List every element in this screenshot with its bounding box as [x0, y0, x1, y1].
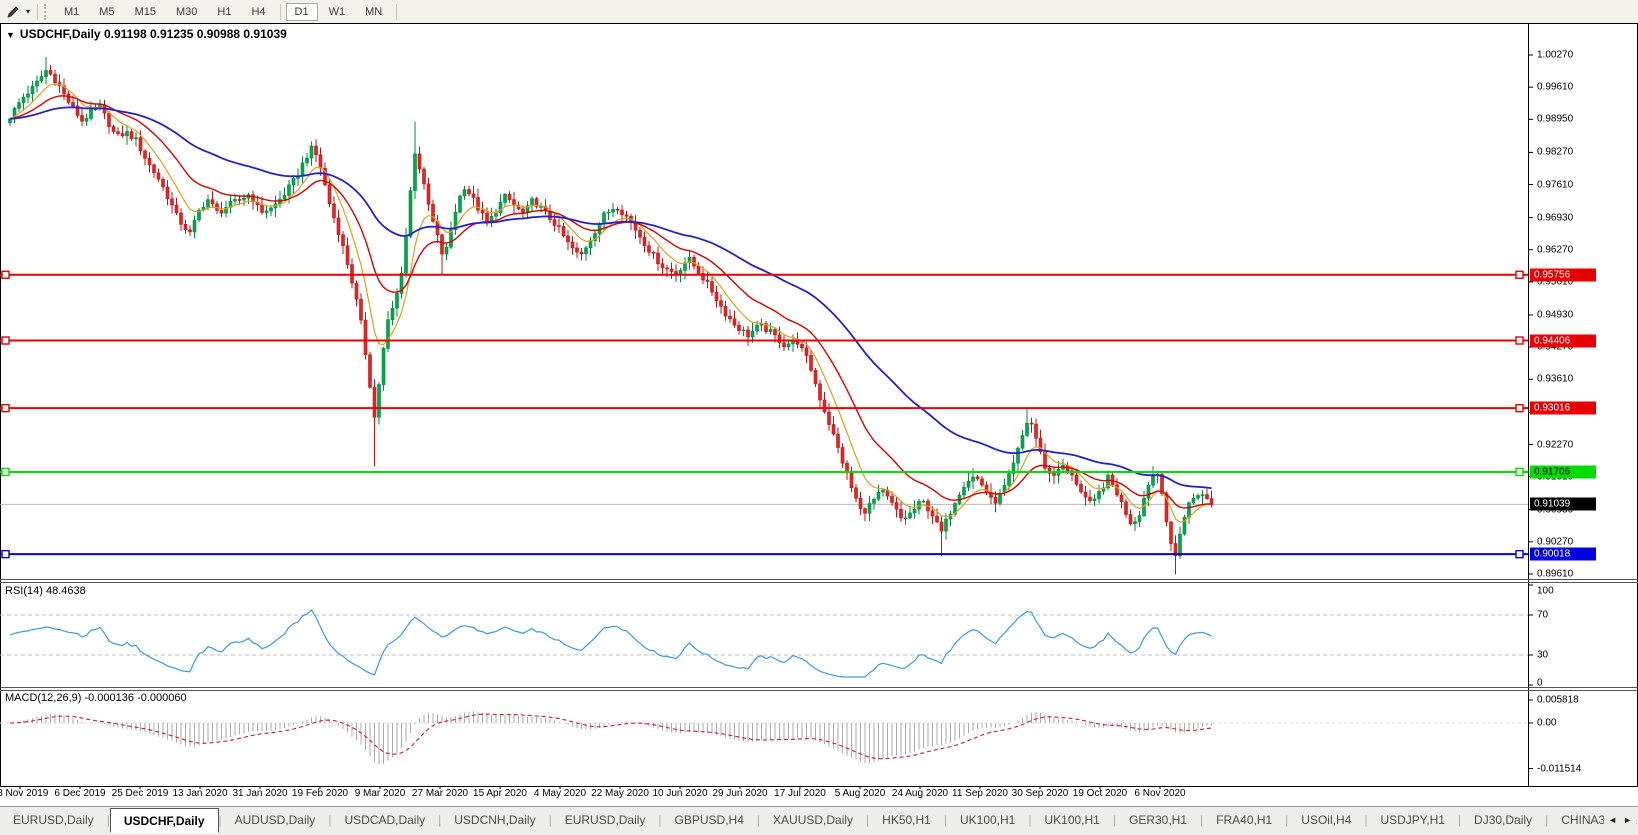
date-tick-label: 10 Jun 2020	[652, 788, 708, 799]
rsi-tick-label: 0	[1537, 677, 1543, 689]
date-tick-label: 5 Aug 2020	[834, 788, 886, 799]
date-tick-label: 6 Dec 2019	[54, 788, 106, 799]
ma-fast-line	[9, 83, 1212, 523]
date-tick-label: 19 Feb 2020	[291, 788, 349, 799]
line-handle[interactable]	[1, 549, 10, 559]
tab-scroll-left-icon[interactable]: ◄	[1608, 815, 1617, 825]
date-tick-label: 30 Sep 2020	[1011, 788, 1069, 799]
date-tick-label: 4 May 2020	[533, 788, 587, 799]
date-tick-label: 9 Mar 2020	[354, 788, 406, 799]
date-tick-label: 31 Jan 2020	[232, 788, 288, 799]
chart-tab-usdcnh-daily[interactable]: USDCNH,Daily	[441, 807, 548, 833]
chart-tab-xauusd-daily[interactable]: XAUUSD,Daily	[760, 807, 866, 833]
chart-tab-usdchf-daily[interactable]: USDCHF,Daily	[109, 808, 219, 833]
date-tick-label: 6 Nov 2020	[1134, 788, 1186, 799]
date-tick-label: 29 Jun 2020	[712, 788, 768, 799]
chart-tab-audusd-daily[interactable]: AUDUSD,Daily	[222, 807, 329, 833]
chart-tab-eurusd-daily[interactable]: EURUSD,Daily	[0, 807, 107, 833]
tab-scroll-right-icon[interactable]: ►	[1623, 815, 1632, 825]
date-tick-label: 13 Jan 2020	[172, 788, 228, 799]
date-tick-label: 19 Oct 2020	[1072, 788, 1128, 799]
chart-tab-usoil-h4[interactable]: USOil,H4	[1288, 807, 1364, 833]
date-tick-label: 22 May 2020	[591, 788, 649, 799]
chart-tab-usdcad-daily[interactable]: USDCAD,Daily	[331, 807, 438, 833]
line-handle[interactable]	[1515, 549, 1524, 559]
rsi-label: RSI(14) 48.4638	[5, 585, 86, 597]
line-handle[interactable]	[1515, 270, 1524, 279]
price-tick-label: 0.94930	[1537, 309, 1574, 321]
price-badge-0.91706: 0.91706	[1530, 465, 1596, 479]
moving-averages	[9, 83, 1212, 523]
chart-tab-fra40-h1[interactable]: FRA40,H1	[1203, 807, 1285, 833]
horizontal-lines[interactable]	[0, 270, 1528, 559]
chart-tabbar: EURUSD,Daily | USDCHF,Daily | AUDUSD,Daily | U…	[0, 806, 1638, 833]
price-tick-label: 0.93610	[1537, 373, 1574, 385]
line-handle[interactable]	[1, 270, 10, 279]
line-handle[interactable]	[1, 336, 10, 345]
rsi-tick-label: 70	[1537, 609, 1549, 621]
date-tick-label: 17 Jul 2020	[774, 788, 826, 799]
chart-tab-gbpusd-h4[interactable]: GBPUSD,H4	[662, 807, 757, 833]
date-tick-label: 27 Mar 2020	[411, 788, 469, 799]
chart-frame-borders	[0, 23, 1638, 787]
chart-title-text: USDCHF,Daily 0.91198 0.91235 0.90988 0.9…	[19, 27, 287, 41]
price-badge-0.93016: 0.93016	[1530, 401, 1596, 415]
date-tick-label: 24 Aug 2020	[891, 788, 949, 799]
ma-mid-line	[9, 95, 1212, 509]
candlesticks	[8, 56, 1214, 575]
current-price-badge: 0.91039	[1530, 497, 1596, 511]
date-tick-label: 11 Sep 2020	[952, 788, 1008, 799]
macd-tick-label: -0.011514	[1537, 763, 1582, 774]
price-tick-label: 0.92270	[1537, 439, 1574, 450]
macd-label: MACD(12,26,9) -0.000136 -0.000060	[5, 692, 187, 704]
price-tick-label: 0.98270	[1537, 146, 1574, 158]
price-tick-label: 0.98950	[1537, 113, 1574, 125]
date-tick-label: 25 Dec 2019	[111, 788, 169, 799]
price-tick-label: 0.96930	[1537, 212, 1574, 224]
chart-tab-dj30-daily[interactable]: DJ30,Daily	[1461, 807, 1545, 833]
line-handle[interactable]	[1, 467, 10, 477]
chart-tab-uk100-h1[interactable]: UK100,H1	[947, 807, 1028, 833]
chart-tabs: EURUSD,Daily | USDCHF,Daily | AUDUSD,Daily | U…	[0, 807, 1638, 833]
price-tick-label: 0.99610	[1537, 81, 1574, 93]
price-tick-label: 0.96270	[1537, 244, 1574, 256]
price-badge-0.94406: 0.94406	[1530, 334, 1596, 347]
price-tick-label: 0.89610	[1537, 568, 1574, 580]
tab-scroll-arrows: ◄ ►	[1604, 807, 1636, 833]
price-badge-0.95756: 0.95756	[1530, 268, 1596, 282]
rsi-line	[9, 609, 1212, 678]
chart-title: ▼ USDCHF,Daily 0.91198 0.91235 0.90988 0.…	[6, 27, 287, 41]
chart-canvas[interactable]	[0, 0, 1638, 835]
price-tick-label: 0.97610	[1537, 179, 1574, 191]
macd-tick-label: 0.00	[1537, 717, 1557, 729]
price-tick-label: 0.90270	[1537, 536, 1574, 548]
macd-panel	[0, 699, 1533, 770]
line-handle[interactable]	[1515, 403, 1524, 413]
rsi-tick-label: 100	[1537, 585, 1554, 597]
chart-tab-eurusd-daily[interactable]: EURUSD,Daily	[552, 807, 659, 833]
line-handle[interactable]	[1515, 467, 1524, 477]
chart-tab-hk50-h1[interactable]: HK50,H1	[869, 807, 944, 833]
line-handle[interactable]	[1515, 336, 1524, 345]
date-tick-label: 15 Apr 2020	[473, 788, 527, 799]
rsi-panel	[0, 584, 1533, 686]
collapse-triangle-icon[interactable]: ▼	[6, 30, 15, 40]
chart-tab-ger30-h1[interactable]: GER30,H1	[1116, 807, 1200, 833]
rsi-tick-label: 30	[1537, 649, 1549, 661]
chart-tab-uk100-h1[interactable]: UK100,H1	[1031, 807, 1112, 833]
line-handle[interactable]	[1, 403, 10, 413]
macd-tick-label: 0.005818	[1537, 694, 1579, 706]
chart-tab-usdjpy-h1[interactable]: USDJPY,H1	[1367, 807, 1457, 833]
date-tick-label: 18 Nov 2019	[0, 788, 49, 799]
price-badge-0.90018: 0.90018	[1530, 547, 1596, 561]
mt4-window: ▾ M1 M5 M15 M30 H1 H4 D1 W1 MN ▼ USDCHF,Daily 0.9…	[0, 0, 1638, 835]
price-tick-label: 1.00270	[1537, 49, 1574, 61]
